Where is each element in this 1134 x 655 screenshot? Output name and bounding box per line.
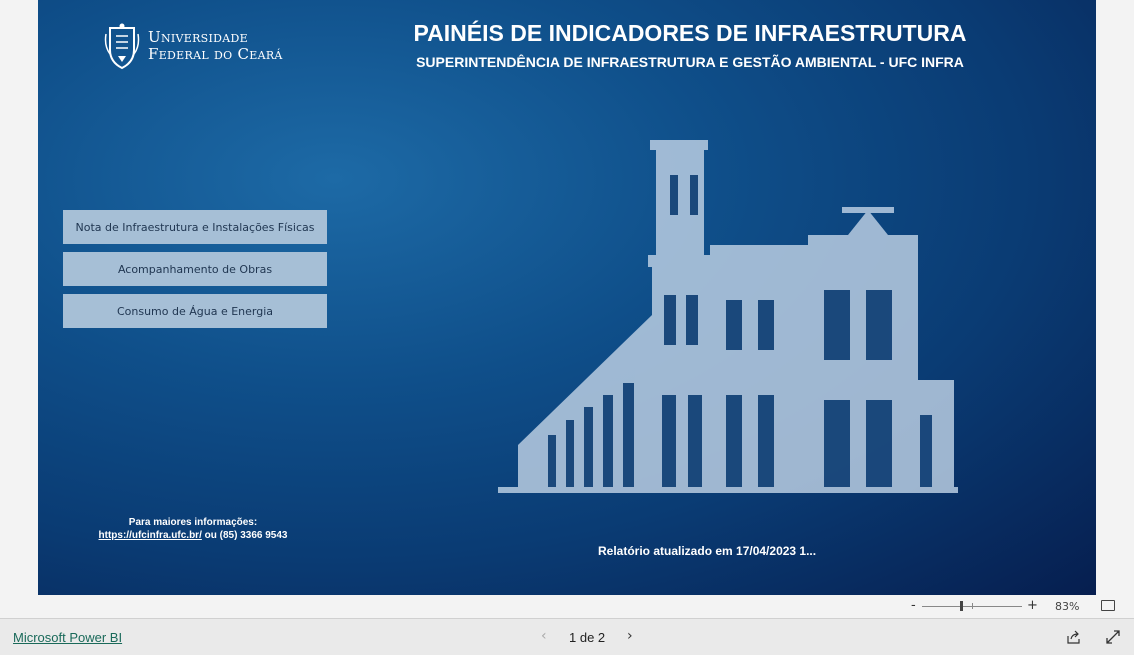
zoom-out-button[interactable]: - [911,598,916,613]
zoom-slider-tick [972,603,973,609]
powerbi-link[interactable]: Microsoft Power BI [13,630,122,645]
building-illustration [498,140,958,493]
report-title: PAINÉIS DE INDICADORES DE INFRAESTRUTURA [413,20,967,46]
ufc-emblem-icon [104,23,140,70]
share-icon[interactable] [1067,630,1081,644]
ufcinfra-link[interactable]: https://ufcinfra.ufc.br/ [99,530,202,541]
fit-to-page-icon[interactable] [1101,600,1115,611]
ufc-logo: Universidade Federal do Ceará [104,22,283,70]
info-heading: Para maiores informações: [128,517,258,528]
zoom-bar: - + 83% [0,595,1134,619]
footer-bar: Microsoft Power BI ‹ 1 de 2 › [0,619,1134,655]
last-updated-text: Relatório atualizado em 17/04/2023 1... [598,544,817,558]
nav-button-acompanhamento-obras[interactable]: Acompanhamento de Obras [63,252,327,286]
zoom-slider-thumb[interactable] [960,601,963,611]
info-block: Para maiores informações: https://ufcinf… [78,516,308,542]
nav-button-nota-infraestrutura[interactable]: Nota de Infraestrutura e Instalações Fís… [63,210,327,244]
info-phone: ou (85) 3366 9543 [201,530,288,541]
report-subtitle: SUPERINTENDÊNCIA DE INFRAESTRUTURA E GES… [416,54,964,70]
fullscreen-icon[interactable] [1106,630,1120,644]
zoom-in-button[interactable]: + [1027,598,1038,613]
previous-page-button[interactable]: ‹ [541,628,547,644]
nav-button-consumo-agua-energia[interactable]: Consumo de Água e Energia [63,294,327,328]
logo-line2: Federal do Ceará [148,45,283,63]
zoom-percent: 83% [1055,600,1080,613]
info-contact-line: https://ufcinfra.ufc.br/ ou (85) 3366 95… [78,529,308,542]
logo-line1: Universidade [148,28,248,46]
page-indicator: 1 de 2 [569,630,606,645]
report-canvas: Universidade Federal do Ceará PAINÉIS DE… [38,0,1096,595]
next-page-button[interactable]: › [627,628,633,644]
